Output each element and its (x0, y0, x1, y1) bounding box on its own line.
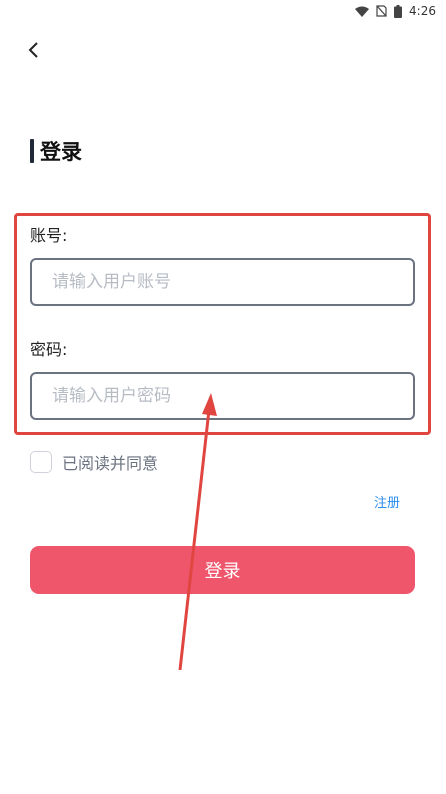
title-accent-bar (30, 139, 34, 163)
register-link[interactable]: 注册 (374, 492, 400, 511)
password-label: 密码: (30, 340, 68, 359)
account-label: 账号: (30, 226, 68, 245)
no-sim-icon (376, 5, 387, 17)
back-button[interactable] (20, 36, 48, 64)
password-input[interactable] (30, 372, 415, 420)
agreement-text: 已阅读并同意 (62, 454, 159, 473)
agreement-row[interactable]: 已阅读并同意 (30, 450, 158, 474)
agreement-checkbox[interactable] (30, 451, 52, 473)
chevron-left-icon (28, 42, 38, 58)
page-title: 登录 (40, 140, 82, 164)
login-button[interactable]: 登录 (30, 546, 415, 594)
status-time: 4:26 (409, 4, 436, 18)
account-input[interactable] (30, 258, 415, 306)
page-title-group: 登录 (30, 136, 82, 166)
battery-icon (394, 4, 403, 18)
wifi-icon (355, 6, 370, 17)
status-bar: 4:26 (0, 0, 446, 22)
